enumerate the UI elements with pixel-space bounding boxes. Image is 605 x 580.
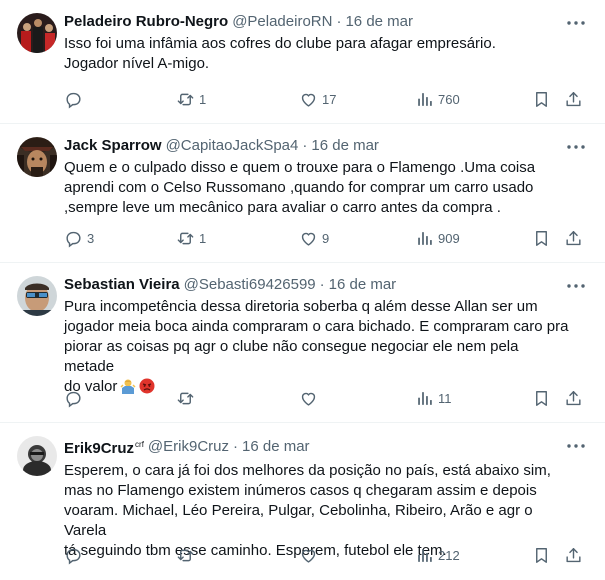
view-count: 11	[438, 390, 452, 406]
share-icon	[566, 91, 581, 106]
retweet-button[interactable]	[176, 544, 199, 566]
tweet-header: Erik9Cruzcrf @Erik9Cruz · 16 de mar	[64, 435, 589, 459]
display-name-text: Erik9Cruz	[64, 440, 135, 457]
bookmark-icon	[536, 91, 547, 107]
reply-button[interactable]	[64, 544, 87, 566]
timestamp[interactable]: 16 de mar	[345, 12, 413, 32]
more-icon[interactable]	[567, 14, 585, 32]
tweet-text: Quem e o culpado disso e quem o trouxe p…	[64, 159, 536, 216]
tweet[interactable]: Erik9Cruzcrf @Erik9Cruz · 16 de mar Espe…	[0, 423, 605, 580]
reply-icon	[66, 231, 81, 247]
retweet-button[interactable]: 1	[176, 88, 206, 110]
action-bar: 1 17 760	[64, 88, 589, 110]
views-button[interactable]: 11	[415, 387, 452, 409]
reply-icon	[66, 548, 81, 564]
retweet-icon	[177, 392, 194, 404]
timestamp[interactable]: 16 de mar	[311, 136, 379, 156]
separator: ·	[233, 438, 238, 455]
view-count: 760	[438, 91, 460, 107]
reply-button[interactable]	[64, 88, 87, 110]
retweet-icon	[177, 93, 194, 105]
user-handle[interactable]: @Erik9Cruz	[148, 437, 229, 457]
reply-feed: Peladeiro Rubro-Negro @PeladeiroRN · 16 …	[0, 0, 605, 580]
retweet-button[interactable]	[176, 387, 199, 409]
views-icon	[418, 548, 432, 562]
share-button[interactable]	[564, 544, 583, 566]
bookmark-icon	[536, 390, 547, 406]
avatar[interactable]	[17, 436, 57, 476]
display-name[interactable]: Sebastian Vieira	[64, 275, 180, 295]
name-suffix: crf	[135, 440, 144, 449]
retweet-icon	[177, 232, 194, 244]
reply-button[interactable]: 3	[64, 227, 94, 249]
views-button[interactable]: 760	[415, 88, 460, 110]
separator: ·	[319, 276, 325, 293]
more-icon[interactable]	[567, 437, 585, 455]
like-count: 17	[322, 91, 337, 107]
tweet[interactable]: Peladeiro Rubro-Negro @PeladeiroRN · 16 …	[0, 0, 605, 124]
share-icon	[566, 390, 581, 405]
more-icon[interactable]	[567, 138, 585, 156]
bookmark-button[interactable]	[532, 88, 551, 110]
views-button[interactable]: 909	[415, 227, 460, 249]
avatar[interactable]	[17, 13, 57, 53]
action-bar: 11	[64, 387, 589, 409]
retweet-icon	[177, 549, 194, 561]
reply-count: 3	[87, 230, 95, 246]
bookmark-icon	[536, 230, 547, 246]
like-icon	[301, 232, 316, 246]
like-button[interactable]	[299, 387, 322, 409]
reply-button[interactable]	[64, 387, 87, 409]
bookmark-button[interactable]	[532, 227, 551, 249]
like-button[interactable]: 9	[299, 227, 329, 249]
tweet[interactable]: Sebastian Vieira @Sebasti69426599 · 16 d…	[0, 263, 605, 423]
timestamp[interactable]: 16 de mar	[242, 437, 310, 457]
display-name[interactable]: Jack Sparrow	[64, 136, 162, 156]
like-icon	[301, 392, 316, 406]
tweet-header: Jack Sparrow @CapitaoJackSpa4 · 16 de ma…	[64, 136, 589, 156]
timestamp[interactable]: 16 de mar	[329, 275, 397, 295]
avatar[interactable]	[17, 276, 57, 316]
separator: ·	[336, 13, 342, 30]
reply-icon	[66, 391, 81, 407]
bookmark-icon	[536, 547, 547, 563]
bookmark-button[interactable]	[532, 387, 551, 409]
like-icon	[301, 549, 316, 563]
user-handle[interactable]: @PeladeiroRN	[232, 12, 332, 32]
like-icon	[301, 93, 316, 107]
views-icon	[418, 231, 432, 245]
view-count: 909	[438, 230, 460, 246]
user-handle[interactable]: @CapitaoJackSpa4	[166, 136, 299, 156]
tweet-text: Isso foi uma infâmia aos cofres do clube…	[64, 35, 496, 72]
like-button[interactable]: 17	[299, 88, 336, 110]
more-icon[interactable]	[567, 277, 585, 295]
share-button[interactable]	[564, 387, 583, 409]
bookmark-button[interactable]	[532, 544, 551, 566]
avatar[interactable]	[17, 137, 57, 177]
display-name[interactable]: Erik9Cruzcrf	[64, 435, 144, 459]
share-icon	[566, 547, 581, 562]
user-handle[interactable]: @Sebasti69426599	[184, 275, 316, 295]
view-count: 212	[438, 547, 460, 563]
views-icon	[418, 92, 432, 106]
tweet-header: Sebastian Vieira @Sebasti69426599 · 16 d…	[64, 275, 589, 295]
views-icon	[418, 391, 432, 405]
tweet[interactable]: Jack Sparrow @CapitaoJackSpa4 · 16 de ma…	[0, 124, 605, 263]
action-bar: 3 1 9 909	[64, 227, 589, 249]
retweet-count: 1	[199, 230, 207, 246]
action-bar: 212	[64, 544, 589, 566]
tweet-text: Pura incompetência dessa diretoria sober…	[64, 297, 589, 397]
like-count: 9	[322, 230, 330, 246]
share-button[interactable]	[564, 88, 583, 110]
retweet-count: 1	[199, 91, 207, 107]
reply-icon	[66, 92, 81, 108]
like-button[interactable]	[299, 544, 322, 566]
retweet-button[interactable]: 1	[176, 227, 206, 249]
share-icon	[566, 230, 581, 245]
share-button[interactable]	[564, 227, 583, 249]
separator: ·	[302, 137, 308, 154]
views-button[interactable]: 212	[415, 544, 460, 566]
display-name[interactable]: Peladeiro Rubro-Negro	[64, 12, 228, 32]
tweet-header: Peladeiro Rubro-Negro @PeladeiroRN · 16 …	[64, 12, 589, 32]
